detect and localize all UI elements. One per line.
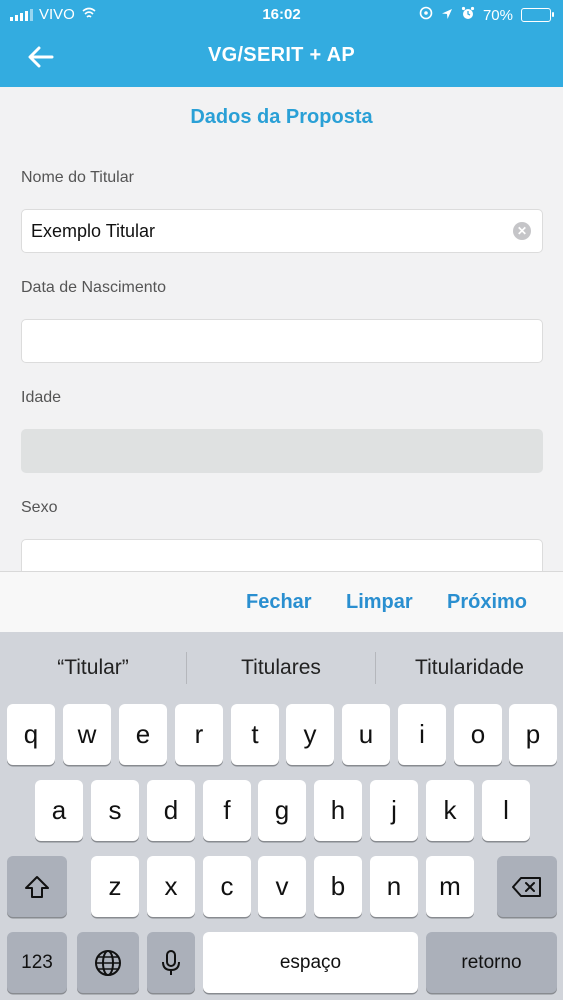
key-f[interactable]: f (203, 780, 251, 841)
key-i[interactable]: i (398, 704, 446, 765)
alarm-icon (461, 6, 475, 24)
page-title: VG/SERIT + AP (207, 44, 356, 66)
key-c[interactable]: c (203, 856, 251, 917)
form-area: Dados da Proposta Nome do Titular ✕ Data… (0, 87, 563, 571)
key-d[interactable]: d (147, 780, 195, 841)
key-h[interactable]: h (314, 780, 362, 841)
backspace-icon (512, 876, 541, 897)
holder-name-field[interactable]: ✕ (21, 209, 543, 253)
screen-lock-icon (419, 6, 433, 24)
age-input (22, 430, 502, 472)
microphone-key[interactable] (147, 932, 195, 993)
signal-icon (10, 8, 33, 21)
key-u[interactable]: u (342, 704, 390, 765)
holder-name-label: Nome do Titular (21, 169, 134, 186)
space-key[interactable]: espaço (203, 932, 418, 993)
sex-label: Sexo (21, 499, 58, 516)
battery-icon (521, 8, 554, 22)
key-g[interactable]: g (258, 780, 306, 841)
key-o[interactable]: o (454, 704, 502, 765)
key-r[interactable]: r (175, 704, 223, 765)
key-t[interactable]: t (231, 704, 279, 765)
key-s[interactable]: s (91, 780, 139, 841)
birth-date-label: Data de Nascimento (21, 279, 166, 296)
birth-date-field[interactable] (21, 319, 543, 363)
key-z[interactable]: z (91, 856, 139, 917)
microphone-icon (162, 949, 180, 975)
app-header: VIVO 16:02 70% VG/SERIT + AP (0, 0, 563, 87)
status-bar: VIVO 16:02 70% (0, 0, 563, 30)
key-a[interactable]: a (35, 780, 83, 841)
key-n[interactable]: n (370, 856, 418, 917)
globe-icon (95, 949, 121, 976)
key-p[interactable]: p (509, 704, 557, 765)
key-m[interactable]: m (426, 856, 474, 917)
suggestion-bar: “Titular” Titulares Titularidade (0, 632, 563, 704)
wifi-call-icon (81, 6, 97, 23)
key-q[interactable]: q (7, 704, 55, 765)
keyboard: “Titular” Titulares Titularidade q w e r… (0, 632, 563, 1000)
location-icon (441, 7, 453, 24)
status-right: 70% (419, 6, 554, 24)
sex-field[interactable] (21, 539, 543, 571)
shift-icon (25, 875, 49, 898)
return-key[interactable]: retorno (426, 932, 557, 993)
age-label: Idade (21, 389, 62, 406)
key-w[interactable]: w (63, 704, 111, 765)
key-l[interactable]: l (482, 780, 530, 841)
key-j[interactable]: j (370, 780, 418, 841)
keyboard-accessory-bar: Fechar Limpar Próximo (0, 571, 563, 632)
age-field (21, 429, 543, 473)
close-button[interactable]: Fechar (246, 591, 312, 614)
suggestion-item[interactable]: “Titular” (0, 656, 186, 680)
key-e[interactable]: e (119, 704, 167, 765)
key-y[interactable]: y (286, 704, 334, 765)
holder-name-input[interactable] (22, 210, 502, 252)
suggestion-item[interactable]: Titulares (187, 656, 375, 680)
key-x[interactable]: x (147, 856, 195, 917)
key-b[interactable]: b (314, 856, 362, 917)
sex-input[interactable] (22, 540, 502, 571)
back-button[interactable] (24, 40, 58, 74)
numbers-key[interactable]: 123 (7, 932, 67, 993)
carrier-label: VIVO (39, 6, 75, 23)
clear-text-icon[interactable]: ✕ (513, 222, 531, 240)
birth-date-input[interactable] (22, 320, 502, 362)
shift-key[interactable] (7, 856, 67, 917)
battery-percent: 70% (482, 6, 513, 24)
arrow-left-icon (28, 46, 54, 68)
next-button[interactable]: Próximo (447, 591, 527, 614)
suggestion-item[interactable]: Titularidade (376, 656, 563, 680)
key-v[interactable]: v (258, 856, 306, 917)
key-k[interactable]: k (426, 780, 474, 841)
globe-key[interactable] (77, 932, 139, 993)
clear-button[interactable]: Limpar (346, 591, 413, 614)
section-title: Dados da Proposta (190, 106, 373, 128)
backspace-key[interactable] (497, 856, 557, 917)
status-left: VIVO (10, 6, 97, 23)
